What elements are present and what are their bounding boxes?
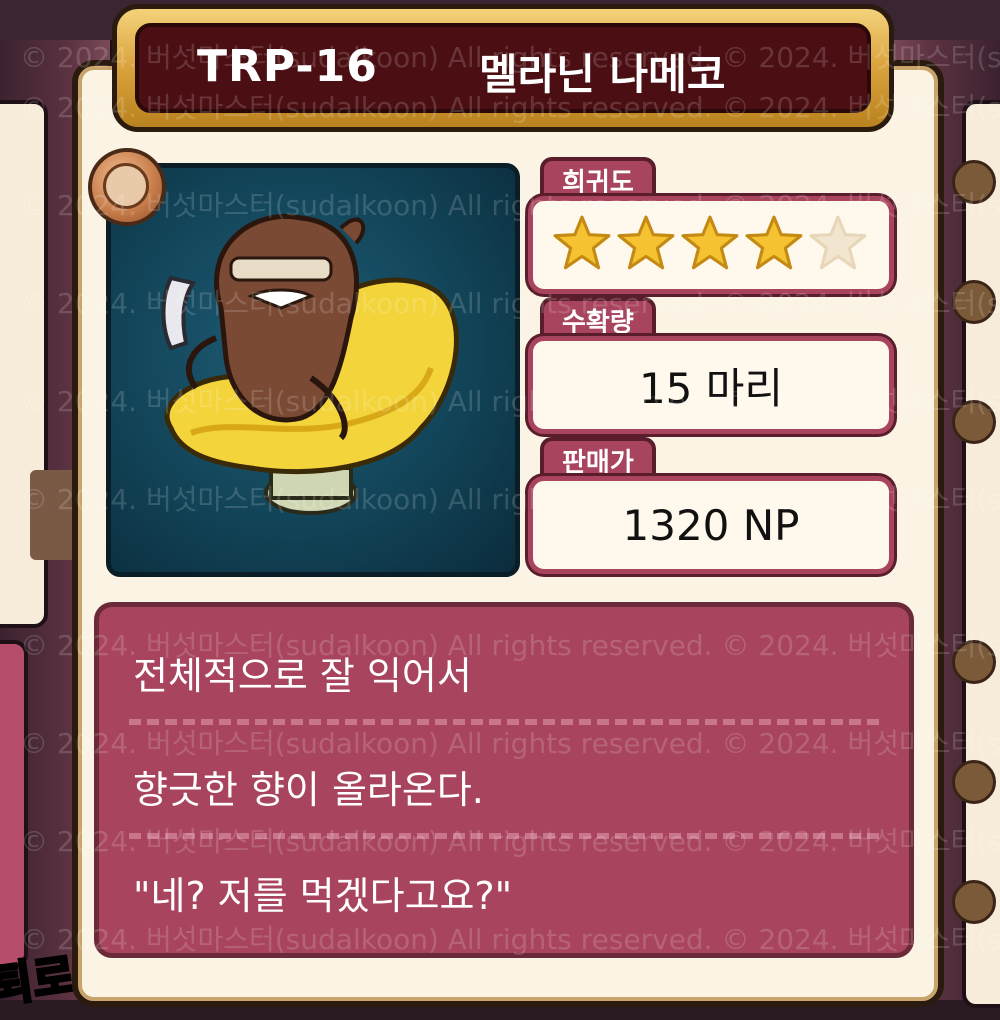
description-divider <box>129 719 879 725</box>
background-coin-icon <box>952 760 996 804</box>
price-box: 1320 NP <box>528 476 894 574</box>
star-filled-icon <box>617 215 675 270</box>
star-empty-icon <box>809 215 867 270</box>
harvest-box: 15 마리 <box>528 336 894 434</box>
harvest-value: 15 마리 <box>638 363 784 413</box>
star-filled-icon <box>553 215 611 270</box>
star-filled-icon <box>681 215 739 270</box>
background-card <box>0 640 28 968</box>
rarity-box <box>528 196 894 294</box>
description-quote: "네? 저를 먹겠다고요?" <box>133 874 513 918</box>
nameko-character-illustration <box>161 214 459 515</box>
star-filled-icon <box>745 215 803 270</box>
price-value: 1320 NP <box>622 500 800 550</box>
description-line: 향긋한 향이 올라온다. <box>133 768 484 812</box>
rarity-stars <box>551 213 869 275</box>
item-name: 멜라닌 나메코 <box>479 50 726 99</box>
description-divider <box>129 833 879 839</box>
title-bar: TRP-16 멜라닌 나메코 <box>112 4 894 132</box>
background-coin-icon <box>952 880 996 924</box>
description-line: 전체적으로 잘 익어서 <box>133 654 472 698</box>
item-code: TRP-16 <box>197 41 378 92</box>
item-portrait <box>106 163 520 577</box>
background-coin-icon <box>952 640 996 684</box>
description-panel: 전체적으로 잘 익어서 향긋한 향이 올라온다. "네? 저를 먹겠다고요?" <box>94 602 914 958</box>
mushroom-badge-icon <box>88 148 166 226</box>
background-card <box>962 100 1000 1008</box>
title-plate: TRP-16 멜라닌 나메코 <box>135 23 871 113</box>
background-coin-icon <box>952 280 996 324</box>
background-coin-icon <box>952 400 996 444</box>
background-coin-icon <box>952 160 996 204</box>
